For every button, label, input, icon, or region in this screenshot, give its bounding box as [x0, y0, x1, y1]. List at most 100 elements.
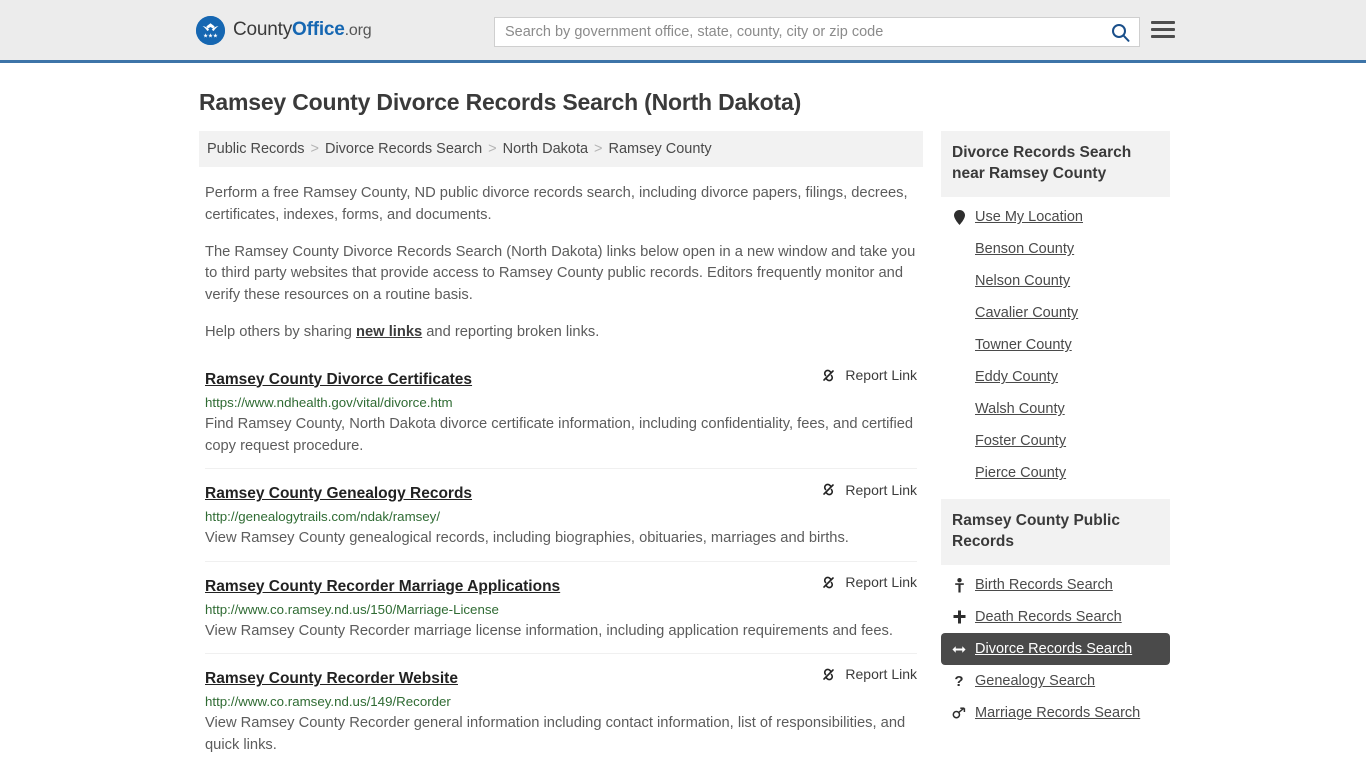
sidebar-record-item-label[interactable]: Marriage Records Search — [975, 705, 1140, 721]
sidebar-nearby-list: Use My Location Benson County Nelson Count… — [941, 197, 1170, 489]
intro-paragraph-2: The Ramsey County Divorce Records Search… — [205, 243, 916, 304]
report-link-button[interactable]: Report Link — [820, 367, 917, 384]
result-title-link[interactable]: Ramsey County Divorce Certificates — [205, 371, 472, 389]
intro-text-before: Help others by sharing — [205, 323, 357, 340]
site-header: CountyOffice.org — [0, 0, 1366, 63]
result-header: Ramsey County Divorce Certificates Report… — [205, 367, 917, 389]
breadcrumb-separator: > — [488, 141, 497, 157]
breadcrumb-item-4[interactable]: Ramsey County — [609, 141, 712, 157]
intro-paragraph-1: Perform a free Ramsey County, ND public … — [205, 185, 908, 223]
result-item: Ramsey County Genealogy Records Report Li… — [205, 481, 917, 562]
county-office-emblem-icon — [196, 15, 225, 45]
result-title-link[interactable]: Ramsey County Genealogy Records — [205, 485, 472, 503]
intro-section: Perform a free Ramsey County, ND public … — [199, 183, 923, 344]
result-description: View Ramsey County Recorder marriage lic… — [205, 622, 893, 639]
sidebar-nearby-item-benson-county[interactable]: Benson County — [941, 233, 1170, 265]
site-logo[interactable]: CountyOffice.org — [196, 15, 372, 45]
sidebar-record-item-label[interactable]: Divorce Records Search — [975, 641, 1132, 657]
breadcrumb: Public Records > Divorce Records Search > No… — [199, 131, 923, 167]
breadcrumb-item-1[interactable]: Public Records — [207, 141, 305, 157]
sidebar-record-item-label[interactable]: Death Records Search — [975, 609, 1122, 625]
breadcrumb-separator: > — [594, 141, 603, 157]
report-link-button[interactable]: Report Link — [820, 481, 917, 498]
intro-text-after: and reporting broken links. — [422, 323, 600, 340]
sidebar-nearby-item-walsh-county[interactable]: Walsh County — [941, 393, 1170, 425]
report-link-label: Report Link — [845, 574, 917, 591]
sidebar-record-item-marriage-records-search[interactable]: Marriage Records Search — [941, 697, 1170, 729]
sidebar-nearby-item-use-my-location[interactable]: Use My Location — [941, 201, 1170, 233]
new-links-link[interactable]: new links — [356, 324, 422, 340]
sidebar-nearby-item-eddy-county[interactable]: Eddy County — [941, 361, 1170, 393]
sidebar-nearby-item-label[interactable]: Nelson County — [975, 273, 1070, 289]
breadcrumb-item-3[interactable]: North Dakota — [503, 141, 588, 157]
logo-prefix: County — [233, 19, 293, 40]
sidebar: Divorce Records Search near Ramsey Count… — [941, 131, 1170, 768]
result-item: Ramsey County Divorce Certificates Report… — [205, 367, 917, 470]
report-link-label: Report Link — [845, 481, 917, 498]
sidebar-nearby-box: Divorce Records Search near Ramsey Count… — [941, 131, 1170, 489]
double-arrow-icon — [952, 644, 966, 655]
report-link-label: Report Link — [845, 367, 917, 383]
sidebar-record-item-birth-records-search[interactable]: Birth Records Search — [941, 569, 1170, 601]
content-columns: Public Records > Divorce Records Search > No… — [199, 131, 1170, 768]
question-mark-icon: ? — [954, 672, 964, 690]
sidebar-nearby-item-label[interactable]: Foster County — [975, 433, 1066, 449]
baby-icon — [952, 577, 966, 593]
result-url[interactable]: http://genealogytrails.com/ndak/ramsey/ — [205, 509, 917, 524]
search-input[interactable] — [495, 24, 1101, 40]
sidebar-record-item-label[interactable]: Genealogy Search — [975, 673, 1095, 689]
sidebar-record-item-divorce-records-search[interactable]: Divorce Records Search — [941, 633, 1170, 666]
breadcrumb-item-2[interactable]: Divorce Records Search — [325, 141, 482, 157]
sidebar-public-records-box: Ramsey County Public Records Birth Recor… — [941, 499, 1170, 729]
result-item: Ramsey County Recorder Marriage Applicat… — [205, 574, 917, 654]
sidebar-nearby-item-nelson-county[interactable]: Nelson County — [941, 265, 1170, 297]
report-link-label: Report Link — [845, 666, 917, 683]
page-title: Ramsey County Divorce Records Search (No… — [199, 89, 802, 115]
hamburger-bar — [1151, 21, 1175, 24]
search-icon — [1111, 23, 1129, 42]
sidebar-nearby-item-pierce-county[interactable]: Pierce County — [941, 457, 1170, 489]
logo-bold: Office — [292, 19, 345, 40]
report-link-button[interactable]: Report Link — [820, 666, 917, 683]
broken-link-icon — [823, 369, 835, 381]
sidebar-record-item-label[interactable]: Birth Records Search — [975, 577, 1113, 593]
result-url[interactable]: http://www.co.ramsey.nd.us/150/Marriage-… — [205, 602, 917, 617]
sidebar-nearby-item-foster-county[interactable]: Foster County — [941, 425, 1170, 457]
hamburger-bar — [1151, 35, 1175, 38]
result-header: Ramsey County Recorder Website Report Lin… — [205, 666, 917, 688]
sidebar-nearby-item-label[interactable]: Towner County — [975, 337, 1072, 353]
result-description: View Ramsey County Recorder general info… — [205, 714, 906, 754]
search-button[interactable] — [1101, 18, 1139, 46]
sidebar-nearby-item-label[interactable]: Pierce County — [975, 465, 1066, 481]
intro-paragraph-3: Help others by sharing new links and rep… — [205, 322, 917, 344]
result-item: Ramsey County Recorder Website Report Lin… — [205, 666, 917, 768]
sidebar-nearby-heading: Divorce Records Search near Ramsey Count… — [941, 131, 1170, 198]
results-list: Ramsey County Divorce Certificates Report… — [199, 367, 923, 768]
broken-link-icon — [823, 668, 835, 681]
site-logo-text: CountyOffice.org — [233, 19, 372, 41]
sidebar-nearby-item-label[interactable]: Use My Location — [975, 209, 1083, 225]
hamburger-bar — [1151, 28, 1175, 31]
sidebar-nearby-item-label[interactable]: Eddy County — [975, 369, 1058, 385]
report-link-button[interactable]: Report Link — [820, 574, 917, 591]
result-title-link[interactable]: Ramsey County Recorder Website — [205, 670, 458, 688]
result-header: Ramsey County Recorder Marriage Applicat… — [205, 574, 917, 596]
result-url[interactable]: https://www.ndhealth.gov/vital/divorce.h… — [205, 395, 917, 410]
cross-icon — [952, 610, 966, 624]
sidebar-nearby-item-towner-county[interactable]: Towner County — [941, 329, 1170, 361]
result-description: Find Ramsey County, North Dakota divorce… — [205, 415, 914, 454]
sidebar-nearby-item-cavalier-county[interactable]: Cavalier County — [941, 297, 1170, 329]
logo-suffix: .org — [344, 22, 372, 39]
sidebar-record-item-genealogy-search[interactable]: ? Genealogy Search — [941, 665, 1170, 697]
sidebar-record-item-death-records-search[interactable]: Death Records Search — [941, 601, 1170, 633]
hamburger-menu-icon[interactable] — [1151, 21, 1175, 38]
result-title-link[interactable]: Ramsey County Recorder Marriage Applicat… — [205, 578, 560, 596]
result-url[interactable]: http://www.co.ramsey.nd.us/149/Recorder — [205, 694, 917, 709]
sidebar-nearby-item-label[interactable]: Walsh County — [975, 401, 1065, 417]
map-pin-icon — [952, 209, 966, 225]
main-content: Public Records > Divorce Records Search > No… — [199, 131, 923, 768]
sidebar-nearby-item-label[interactable]: Benson County — [975, 241, 1074, 257]
sidebar-nearby-item-label[interactable]: Cavalier County — [975, 305, 1078, 321]
sidebar-public-records-heading: Ramsey County Public Records — [941, 499, 1170, 566]
page-container: Ramsey County Divorce Records Search (No… — [0, 89, 1366, 768]
